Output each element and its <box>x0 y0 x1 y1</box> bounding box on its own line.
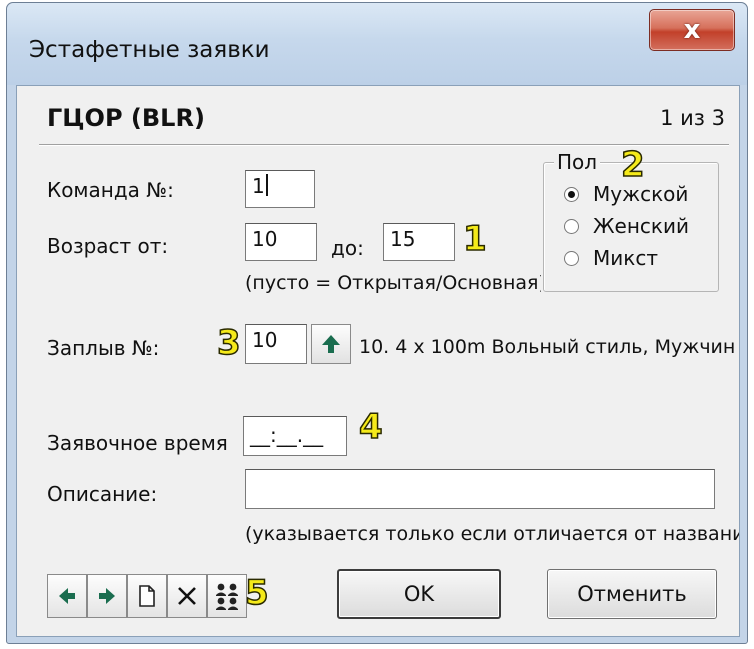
annotation-5: 5 <box>244 573 269 613</box>
close-button[interactable]: x <box>649 9 735 51</box>
team-title: ГЦОР (BLR) <box>47 104 205 132</box>
previous-record-button[interactable] <box>47 574 87 618</box>
window-title: Эстафетные заявки <box>29 37 270 63</box>
record-counter: 1 из 3 <box>660 106 725 130</box>
arrow-left-icon <box>59 588 75 604</box>
radio-empty-icon[interactable] <box>564 218 579 234</box>
heat-label: Заплыв №: <box>47 336 160 360</box>
heat-number-input[interactable]: 10 <box>245 324 307 364</box>
arrow-up-icon <box>322 335 340 353</box>
gender-option-label: Мужской <box>593 182 689 206</box>
close-icon: x <box>683 15 701 45</box>
gender-option-female[interactable]: Женский <box>564 213 689 239</box>
radio-empty-icon[interactable] <box>564 250 579 266</box>
age-from-label: Возраст от: <box>47 234 169 258</box>
age-from-input[interactable]: 10 <box>245 223 317 261</box>
next-record-button[interactable] <box>87 574 127 618</box>
team-number-value: 1 <box>252 174 265 198</box>
ok-button[interactable]: OK <box>337 569 501 619</box>
entry-time-label: Заявочное время <box>47 431 228 455</box>
radio-selected-icon[interactable] <box>564 186 579 202</box>
relay-entries-dialog: Эстафетные заявки x ГЦОР (BLR) 1 из 3 Ко… <box>6 2 748 644</box>
gender-option-label: Женский <box>593 214 689 238</box>
gender-option-label: Микст <box>593 246 658 270</box>
team-number-input[interactable]: 1 <box>245 170 315 208</box>
gender-option-mixed[interactable]: Микст <box>564 245 658 271</box>
description-hint: (указывается только если отличается от н… <box>245 523 739 545</box>
dialog-body: ГЦОР (BLR) 1 из 3 Команда №: 1 Возраст о… <box>16 85 740 637</box>
annotation-1: 1 <box>462 219 487 259</box>
description-label: Описание: <box>47 482 158 506</box>
entry-time-input[interactable]: __:__.__ <box>243 416 347 456</box>
new-page-icon <box>139 585 155 607</box>
age-hint: (пусто = Открытая/Основная) <box>245 272 541 294</box>
age-to-input[interactable]: 15 <box>383 223 455 261</box>
delete-record-button[interactable] <box>167 574 207 618</box>
team-members-icon <box>216 583 238 610</box>
age-to-label: до: <box>331 236 364 260</box>
annotation-4: 4 <box>358 407 383 447</box>
title-bar[interactable]: Эстафетные заявки x <box>7 3 747 85</box>
gender-legend: Пол <box>554 150 601 174</box>
team-members-button[interactable] <box>207 574 247 618</box>
description-input[interactable] <box>245 469 715 509</box>
heat-spin-button[interactable] <box>311 324 351 364</box>
arrow-right-icon <box>99 588 115 604</box>
text-caret <box>265 174 268 196</box>
annotation-2: 2 <box>620 145 645 185</box>
cancel-button[interactable]: Отменить <box>547 569 717 619</box>
heat-event-description: 10. 4 x 100m Вольный стиль, Мужчины <box>359 336 737 358</box>
annotation-3: 3 <box>216 323 241 363</box>
team-number-label: Команда №: <box>47 178 174 202</box>
new-record-button[interactable] <box>127 574 167 618</box>
delete-icon <box>178 587 196 605</box>
